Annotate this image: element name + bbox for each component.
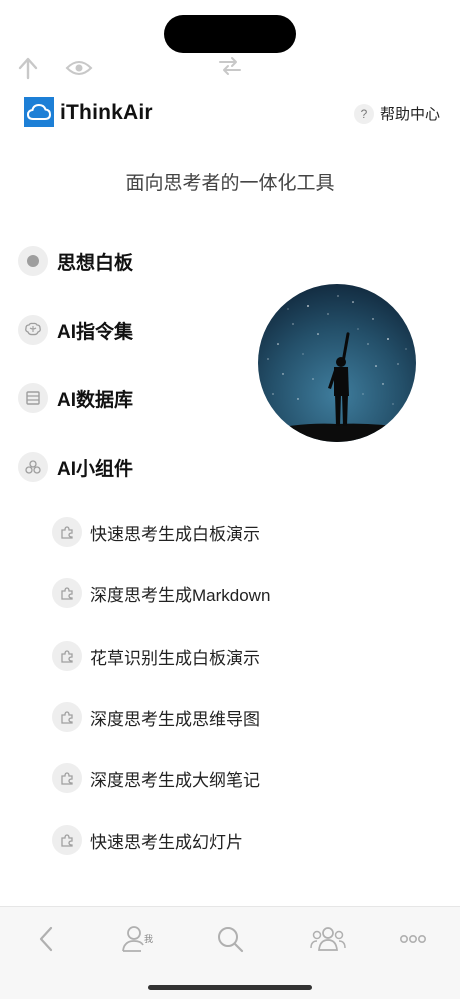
more-icon[interactable] (383, 921, 443, 957)
widget-item[interactable]: 深度思考生成Markdown (52, 577, 352, 609)
cloud-logo-icon (24, 97, 54, 127)
tagline: 面向思考者的一体化工具 (125, 173, 335, 194)
widget-item[interactable]: 深度思考生成大纲笔记 (52, 762, 352, 794)
eye-icon[interactable] (64, 54, 94, 82)
widget-label: 快速思考生成幻灯片 (90, 832, 243, 852)
menu-item-label: AI数据库 (57, 389, 134, 411)
me-badge: 我 (144, 934, 154, 944)
menu-item-ai-prompts[interactable]: AI指令集 (18, 315, 258, 345)
me-button[interactable]: 我 (108, 921, 168, 957)
camera-notch (164, 15, 296, 53)
puzzle-icon (52, 702, 82, 732)
top-toolbar (0, 52, 460, 84)
puzzle-icon (52, 641, 82, 671)
puzzle-icon (52, 763, 82, 793)
brand-name: iThinkAir (60, 101, 153, 124)
puzzle-icon (52, 825, 82, 855)
chevron-left-icon[interactable] (16, 921, 76, 957)
widget-label: 深度思考生成Markdown (90, 585, 271, 605)
widget-label: 快速思考生成白板演示 (90, 524, 260, 544)
widgets-icon (18, 452, 48, 482)
search-icon[interactable] (200, 921, 260, 957)
puzzle-icon (52, 578, 82, 608)
menu-item-label: AI指令集 (57, 321, 134, 343)
brain-icon (18, 315, 48, 345)
widget-item[interactable]: 快速思考生成白板演示 (52, 516, 352, 548)
widget-label: 花草识别生成白板演示 (90, 648, 260, 668)
widget-item[interactable]: 花草识别生成白板演示 (52, 640, 352, 672)
thinker-night-sky-image (258, 284, 416, 442)
home-indicator (148, 985, 312, 990)
widget-item[interactable]: 深度思考生成思维导图 (52, 701, 352, 733)
menu-item-whiteboard[interactable]: 思想白板 (18, 246, 258, 276)
swap-icon[interactable] (215, 52, 245, 80)
puzzle-icon (52, 517, 82, 547)
app-header: iThinkAir ? 帮助中心 (24, 96, 444, 132)
help-center-button[interactable]: ? 帮助中心 (353, 103, 440, 124)
menu-item-label: 思想白板 (57, 252, 134, 274)
widget-label: 深度思考生成思维导图 (90, 709, 260, 729)
menu-item-label: AI小组件 (57, 458, 134, 480)
menu-item-ai-widgets[interactable]: AI小组件 (18, 452, 258, 482)
menu-item-ai-database[interactable]: AI数据库 (18, 383, 258, 413)
upload-arrow-icon[interactable] (14, 54, 42, 82)
help-center-label: 帮助中心 (379, 106, 440, 123)
help-icon: ? (353, 103, 374, 124)
database-icon (18, 383, 48, 413)
dot-icon (18, 246, 48, 276)
widget-item[interactable]: 快速思考生成幻灯片 (52, 824, 352, 856)
group-icon[interactable] (298, 921, 358, 957)
widget-label: 深度思考生成大纲笔记 (90, 770, 260, 790)
